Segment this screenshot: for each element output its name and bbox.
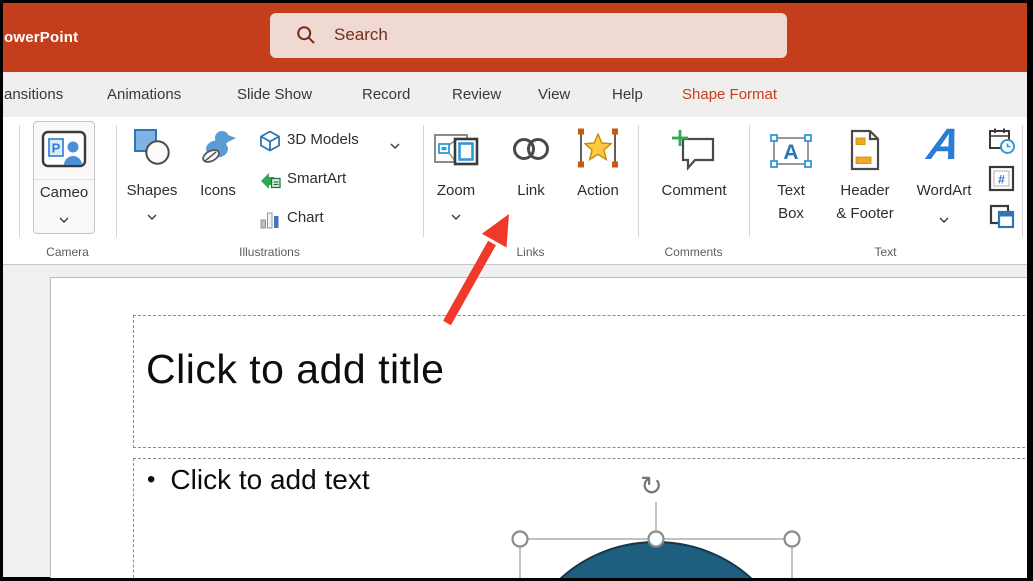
wordart-label: WordArt xyxy=(916,182,972,199)
chevron-down-icon[interactable] xyxy=(147,207,157,225)
shapes-label: Shapes xyxy=(126,182,178,199)
link-label: Link xyxy=(517,182,545,199)
group-label-illustrations: Illustrations xyxy=(239,245,300,259)
app-title: owerPoint xyxy=(4,29,79,46)
icons-duck-icon xyxy=(198,128,238,171)
rotate-handle-icon[interactable]: ↻ xyxy=(640,471,663,502)
slide-number-hash-glyph: # xyxy=(998,173,1005,187)
cameo-p-glyph: P xyxy=(52,141,61,156)
header-footer-label-line2: & Footer xyxy=(836,205,894,222)
group-divider xyxy=(749,125,750,237)
tab-review[interactable]: Review xyxy=(452,72,501,117)
object-icon xyxy=(989,204,1015,229)
cameo-label: Cameo xyxy=(39,184,89,201)
group-divider xyxy=(638,125,639,237)
selection-handle-top-center[interactable] xyxy=(647,530,665,548)
slide-number-button[interactable]: # xyxy=(988,165,1016,193)
smartart-icon xyxy=(259,169,281,196)
slide-canvas[interactable]: Click to add title • Click to add text ↻ xyxy=(50,277,1027,578)
3d-models-button[interactable]: 3D Models xyxy=(255,126,410,158)
3d-models-label: 3D Models xyxy=(287,131,359,148)
selection-overlay xyxy=(511,502,801,578)
selection-handle-top-left[interactable] xyxy=(511,530,529,548)
text-box-button[interactable]: A Text Box xyxy=(765,121,817,231)
chart-icon xyxy=(259,208,281,235)
icons-button[interactable]: Icons xyxy=(189,121,247,231)
zoom-label: Zoom xyxy=(436,182,476,199)
textbox-a-glyph: A xyxy=(783,141,798,164)
chevron-down-icon[interactable] xyxy=(390,136,400,154)
tab-slide-show[interactable]: Slide Show xyxy=(237,72,312,117)
tab-record[interactable]: Record xyxy=(362,72,410,117)
new-comment-icon xyxy=(669,127,719,176)
search-box[interactable]: Search xyxy=(270,13,787,58)
tab-view[interactable]: View xyxy=(538,72,570,117)
header-footer-icon xyxy=(848,129,882,176)
button-separator xyxy=(34,179,94,180)
tab-animations[interactable]: Animations xyxy=(107,72,181,117)
smartart-label: SmartArt xyxy=(287,170,347,187)
cameo-button[interactable]: P Cameo xyxy=(33,121,95,234)
action-label: Action xyxy=(577,182,619,199)
slide-zoom-icon xyxy=(433,130,479,173)
date-time-button[interactable] xyxy=(988,127,1016,155)
powerpoint-window: owerPoint Search ansitions Animations Sl… xyxy=(3,3,1027,578)
tab-help[interactable]: Help xyxy=(612,72,643,117)
cameo-icon: P xyxy=(40,128,88,179)
chart-button[interactable]: Chart xyxy=(255,204,365,236)
tab-shape-format[interactable]: Shape Format xyxy=(682,72,777,117)
comment-label: Comment xyxy=(661,182,727,199)
text-box-icon: A xyxy=(769,131,813,176)
link-icon xyxy=(508,131,554,172)
group-divider xyxy=(1022,125,1023,237)
search-icon xyxy=(296,25,316,50)
comment-button[interactable]: Comment xyxy=(651,121,737,231)
header-footer-button[interactable]: Header & Footer xyxy=(829,121,901,231)
icons-label: Icons xyxy=(200,182,236,199)
title-bar: owerPoint Search xyxy=(3,3,1027,72)
search-placeholder: Search xyxy=(334,25,388,44)
group-divider xyxy=(423,125,424,237)
text-box-label-line2: Box xyxy=(778,205,804,222)
selection-handle-top-right[interactable] xyxy=(783,530,801,548)
shapes-icon xyxy=(133,128,171,171)
text-box-label-line1: Text xyxy=(777,182,805,199)
smartart-button[interactable]: SmartArt xyxy=(255,165,385,197)
slide-number-icon: # xyxy=(988,165,1015,192)
shapes-button[interactable]: Shapes xyxy=(120,121,184,231)
group-label-comments: Comments xyxy=(664,245,723,259)
wordart-icon: A xyxy=(923,120,965,169)
tab-transitions[interactable]: ansitions xyxy=(4,72,63,117)
action-button[interactable]: Action xyxy=(571,121,625,231)
date-time-icon xyxy=(989,128,1015,154)
wordart-button[interactable]: A WordArt xyxy=(911,120,977,231)
group-label-text: Text xyxy=(874,245,897,259)
group-divider xyxy=(116,125,117,237)
chevron-down-icon[interactable] xyxy=(59,210,69,228)
group-divider xyxy=(19,125,20,237)
ribbon-tab-bar: ansitions Animations Slide Show Record R… xyxy=(3,72,1027,117)
chart-label: Chart xyxy=(287,209,324,226)
3d-models-icon xyxy=(259,130,281,157)
header-footer-label-line1: Header xyxy=(840,182,890,199)
object-button[interactable] xyxy=(988,203,1016,231)
action-star-icon xyxy=(576,125,620,176)
group-label-camera: Camera xyxy=(46,245,89,259)
annotation-arrow xyxy=(443,214,509,326)
chevron-down-icon[interactable] xyxy=(939,210,949,228)
